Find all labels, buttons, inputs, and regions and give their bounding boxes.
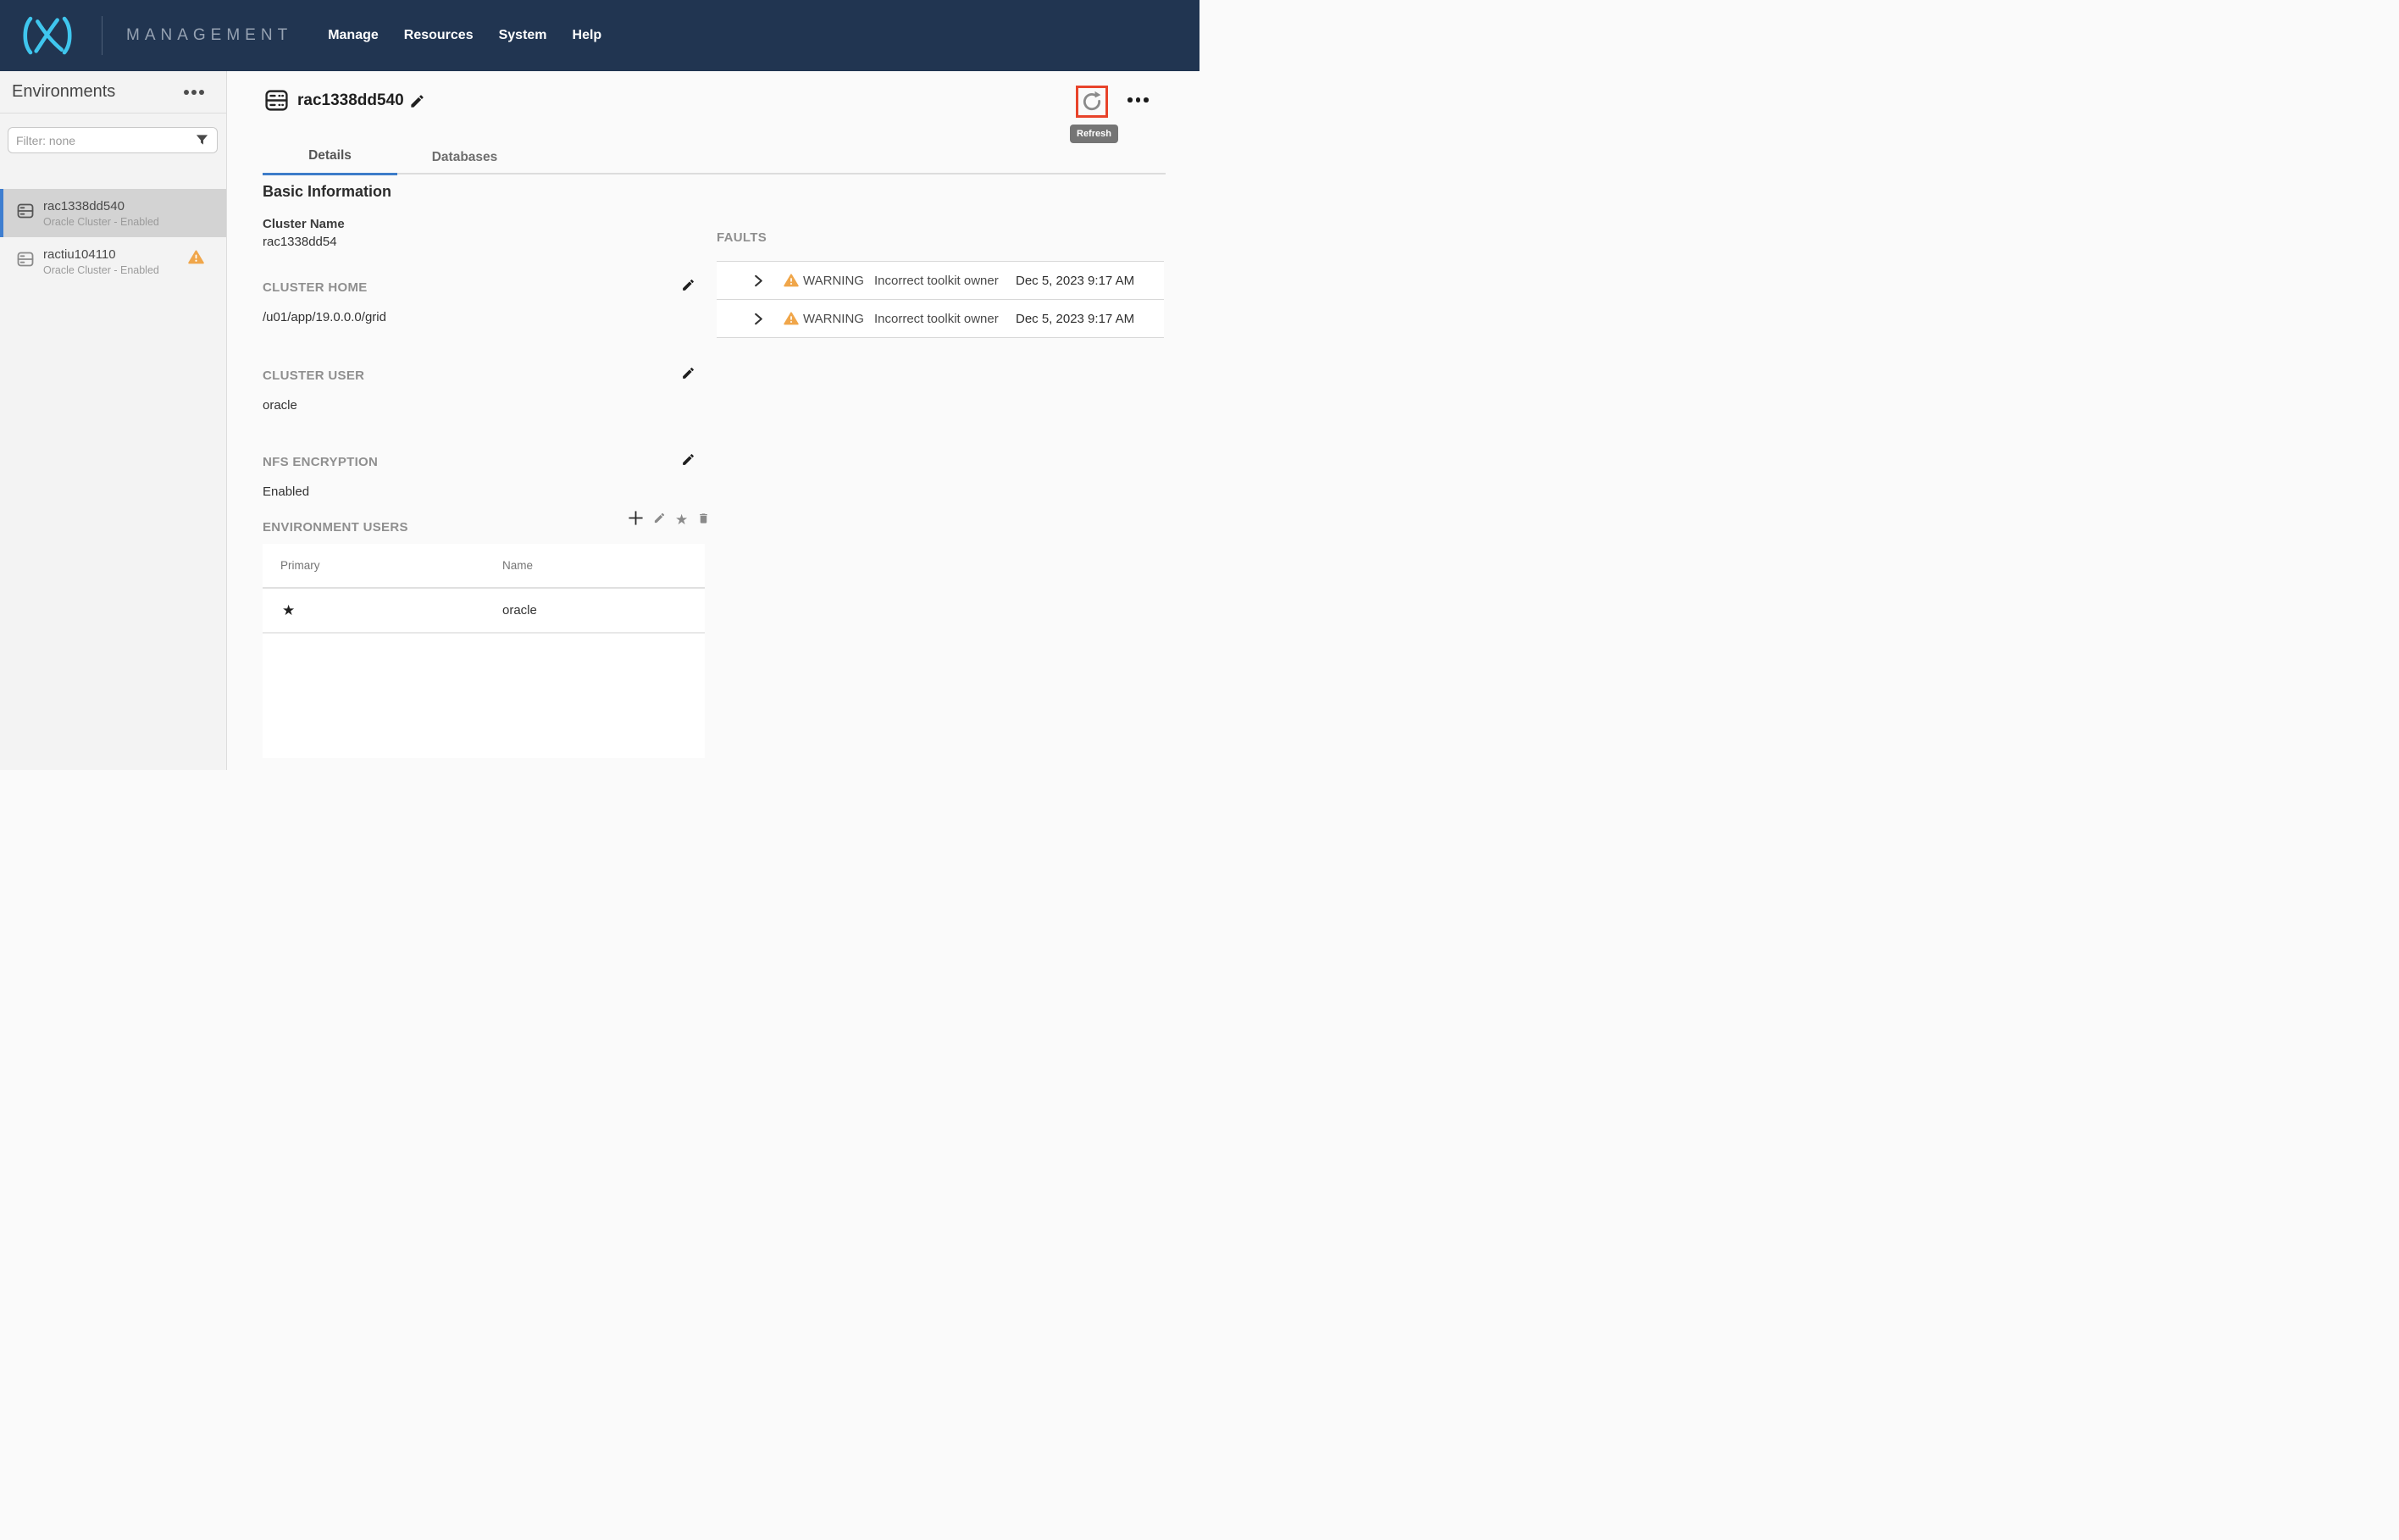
environment-list-item-ractiu104110[interactable]: ractiu104110 Oracle Cluster - Enabled bbox=[0, 237, 226, 285]
environment-users-heading: ENVIRONMENT USERS bbox=[263, 520, 408, 535]
environment-list-item-rac1338dd540[interactable]: rac1338dd540 Oracle Cluster - Enabled bbox=[0, 189, 226, 237]
kebab-dot bbox=[1136, 97, 1141, 102]
environment-icon bbox=[17, 203, 34, 223]
chevron-right-icon bbox=[752, 278, 764, 291]
edit-user-button[interactable] bbox=[653, 512, 666, 527]
warning-icon bbox=[784, 312, 799, 330]
set-primary-user-button[interactable]: ★ bbox=[675, 512, 688, 527]
expand-fault-button[interactable] bbox=[752, 312, 764, 329]
cluster-home-value: /u01/app/19.0.0.0/grid bbox=[263, 310, 386, 324]
users-table-header: Primary Name bbox=[263, 544, 705, 589]
environment-users-table: Primary Name ★ oracle bbox=[263, 544, 705, 758]
environments-sidebar: Environments rac1338dd5 bbox=[0, 71, 227, 770]
delete-user-button[interactable] bbox=[697, 512, 710, 528]
refresh-tooltip: Refresh bbox=[1070, 125, 1118, 143]
nav-item-resources[interactable]: Resources bbox=[404, 28, 474, 43]
primary-star-icon: ★ bbox=[282, 603, 502, 618]
pencil-icon bbox=[681, 370, 695, 383]
fault-severity: WARNING bbox=[803, 274, 864, 288]
delphix-logo-icon bbox=[20, 14, 75, 57]
fault-severity: WARNING bbox=[803, 312, 864, 326]
refresh-icon bbox=[1081, 90, 1103, 114]
fault-row[interactable]: WARNING Incorrect toolkit owner Dec 5, 2… bbox=[717, 262, 1164, 300]
warning-icon bbox=[784, 274, 799, 291]
main-content: rac1338dd540 Refresh Details Databases B… bbox=[228, 71, 1200, 770]
basic-information-heading: Basic Information bbox=[263, 183, 391, 201]
column-header-primary: Primary bbox=[280, 559, 502, 572]
tab-details[interactable]: Details bbox=[263, 139, 397, 175]
kebab-dot bbox=[1127, 97, 1133, 102]
nfs-encryption-value: Enabled bbox=[263, 485, 309, 499]
chevron-right-icon bbox=[752, 316, 764, 329]
environment-icon bbox=[17, 252, 34, 271]
cluster-user-value: oracle bbox=[263, 398, 297, 413]
more-actions-button[interactable] bbox=[1127, 97, 1149, 102]
warning-icon bbox=[188, 250, 204, 269]
trash-icon bbox=[697, 512, 710, 528]
edit-nfs-encryption-button[interactable] bbox=[681, 452, 695, 469]
kebab-dot bbox=[184, 90, 189, 95]
environment-list: rac1338dd540 Oracle Cluster - Enabled ra… bbox=[0, 189, 226, 285]
cluster-home-label: CLUSTER HOME bbox=[263, 280, 368, 295]
brand-label: MANAGEMENT bbox=[126, 26, 292, 45]
cluster-icon bbox=[264, 88, 289, 117]
star-icon: ★ bbox=[675, 512, 688, 527]
filter-icon[interactable] bbox=[195, 133, 209, 147]
nav-item-help[interactable]: Help bbox=[573, 28, 602, 43]
fault-date: Dec 5, 2023 9:17 AM bbox=[1016, 274, 1134, 288]
pencil-icon bbox=[653, 512, 666, 527]
pencil-icon bbox=[681, 282, 695, 295]
pencil-icon bbox=[409, 99, 425, 112]
filter-input[interactable] bbox=[16, 134, 195, 147]
nav-item-manage[interactable]: Manage bbox=[328, 28, 379, 43]
edit-cluster-user-button[interactable] bbox=[681, 366, 695, 383]
kebab-dot bbox=[1144, 97, 1149, 102]
kebab-dot bbox=[191, 90, 197, 95]
pencil-icon bbox=[681, 457, 695, 469]
kebab-dot bbox=[199, 90, 204, 95]
tab-databases[interactable]: Databases bbox=[397, 139, 532, 175]
nav-menu: Manage Resources System Help bbox=[328, 28, 601, 43]
fault-title: Incorrect toolkit owner bbox=[874, 274, 999, 288]
fault-date: Dec 5, 2023 9:17 AM bbox=[1016, 312, 1134, 326]
environment-name: rac1338dd540 bbox=[43, 199, 159, 213]
nav-item-system[interactable]: System bbox=[499, 28, 547, 43]
cluster-name-value: rac1338dd54 bbox=[263, 235, 337, 249]
cluster-user-label: CLUSTER USER bbox=[263, 368, 364, 383]
environment-users-toolbar: ★ bbox=[628, 510, 710, 529]
expand-fault-button[interactable] bbox=[752, 274, 764, 291]
refresh-button[interactable] bbox=[1076, 86, 1108, 118]
environment-status: Oracle Cluster - Enabled bbox=[43, 216, 159, 228]
cluster-name-label: Cluster Name bbox=[263, 217, 345, 231]
column-header-name: Name bbox=[502, 559, 533, 572]
sidebar-header: Environments bbox=[0, 71, 226, 114]
table-row[interactable]: ★ oracle bbox=[263, 589, 705, 634]
plus-icon bbox=[628, 510, 644, 529]
nfs-encryption-label: NFS ENCRYPTION bbox=[263, 455, 378, 469]
user-name-cell: oracle bbox=[502, 603, 537, 618]
faults-heading: FAULTS bbox=[717, 230, 767, 245]
sidebar-title: Environments bbox=[12, 82, 115, 102]
faults-list: WARNING Incorrect toolkit owner Dec 5, 2… bbox=[717, 261, 1164, 338]
page-title: rac1338dd540 bbox=[297, 91, 404, 110]
edit-cluster-home-button[interactable] bbox=[681, 278, 695, 295]
filter-box bbox=[8, 127, 218, 153]
sidebar-actions-button[interactable] bbox=[184, 90, 204, 95]
environment-name: ractiu104110 bbox=[43, 247, 159, 262]
fault-row[interactable]: WARNING Incorrect toolkit owner Dec 5, 2… bbox=[717, 300, 1164, 338]
environment-status: Oracle Cluster - Enabled bbox=[43, 264, 159, 276]
edit-title-button[interactable] bbox=[409, 93, 425, 112]
add-user-button[interactable] bbox=[628, 510, 644, 529]
fault-title: Incorrect toolkit owner bbox=[874, 312, 999, 326]
top-nav: MANAGEMENT Manage Resources System Help bbox=[0, 0, 1200, 71]
